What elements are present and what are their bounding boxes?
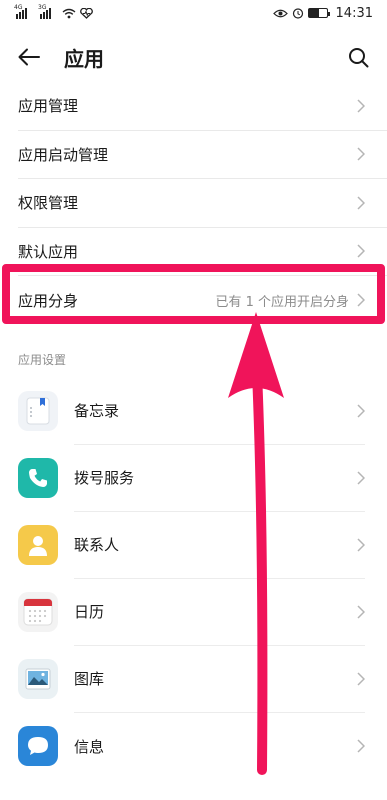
signal-label: 4G [14,3,23,11]
menu-item-startup-management[interactable]: 应用启动管理 [18,131,387,179]
eye-icon [272,9,288,17]
menu-item-label: 应用分身 [18,291,79,310]
app-label: 日历 [74,603,105,621]
status-time: 14:31 [335,5,373,21]
chevron-right-icon [357,671,365,686]
app-settings-list: 备忘录 拨号服务 联系人 日历 图库 信息 [0,378,387,780]
menu-item-label: 默认应用 [18,242,79,261]
chevron-right-icon [357,470,365,485]
list-item-body: 信息 [74,713,365,780]
chevron-right-icon [357,604,365,619]
list-item-body: 图库 [74,646,365,713]
signal-label: 3G [38,3,47,11]
list-item-contacts[interactable]: 联系人 [0,512,387,579]
menu-item-label: 应用启动管理 [18,145,109,164]
list-item-body: 备忘录 [74,378,365,445]
calendar-icon [18,592,58,632]
chevron-right-icon [357,293,365,307]
chevron-right-icon [357,147,365,161]
chevron-right-icon [357,196,365,210]
status-left: 4G 3G [14,4,93,19]
app-label: 联系人 [74,536,120,554]
wifi-icon [62,8,76,18]
status-right: 14:31 [272,5,373,21]
app-bar: 应用 [0,26,387,88]
menu-item-label: 权限管理 [18,194,79,213]
list-item-gallery[interactable]: 图库 [0,646,387,713]
list-item-dialer[interactable]: 拨号服务 [0,445,387,512]
list-item-memo[interactable]: 备忘录 [0,378,387,445]
page-title: 应用 [64,46,104,71]
alarm-icon [292,8,303,19]
menu-item-app-twin[interactable]: 应用分身 已有 1 个应用开启分身 [18,276,387,325]
search-button[interactable] [345,44,371,70]
back-button[interactable] [16,44,42,70]
status-bar: 4G 3G 14:31 [0,0,387,26]
menu-item-default-apps[interactable]: 默认应用 [18,228,387,276]
chevron-right-icon [357,99,365,113]
menu-item-app-management[interactable]: 应用管理 [18,82,387,131]
app-label: 拨号服务 [74,469,135,487]
list-item-body: 联系人 [74,512,365,579]
arrow-left-icon [18,48,40,66]
app-label: 信息 [74,737,105,756]
health-icon [80,7,93,19]
menu-item-label: 应用管理 [18,97,79,116]
signal-icon: 4G [14,4,30,19]
chevron-right-icon [357,403,365,418]
app-twin-status: 已有 1 个应用开启分身 [215,294,349,310]
app-label: 备忘录 [74,402,120,420]
chevron-right-icon [357,244,365,258]
chevron-right-icon [357,739,365,753]
battery-icon [307,8,330,18]
signal-icon: 3G [38,4,54,19]
gallery-icon [18,659,58,699]
app-menu-list: 应用管理 应用启动管理 权限管理 默认应用 应用分身 已有 1 个应用开启分身 [0,82,387,325]
list-item-messages[interactable]: 信息 [0,713,387,780]
list-item-calendar[interactable]: 日历 [0,579,387,646]
memo-icon [18,391,58,431]
phone-icon [18,458,58,498]
section-header-app-settings: 应用设置 [18,352,67,367]
menu-item-right: 已有 1 个应用开启分身 [215,291,365,310]
chevron-right-icon [357,537,365,552]
message-icon [18,726,58,766]
list-item-body: 拨号服务 [74,445,365,512]
contacts-icon [18,525,58,565]
search-icon [348,47,368,67]
menu-item-permissions[interactable]: 权限管理 [18,179,387,228]
list-item-body: 日历 [74,579,365,646]
app-label: 图库 [74,670,105,688]
